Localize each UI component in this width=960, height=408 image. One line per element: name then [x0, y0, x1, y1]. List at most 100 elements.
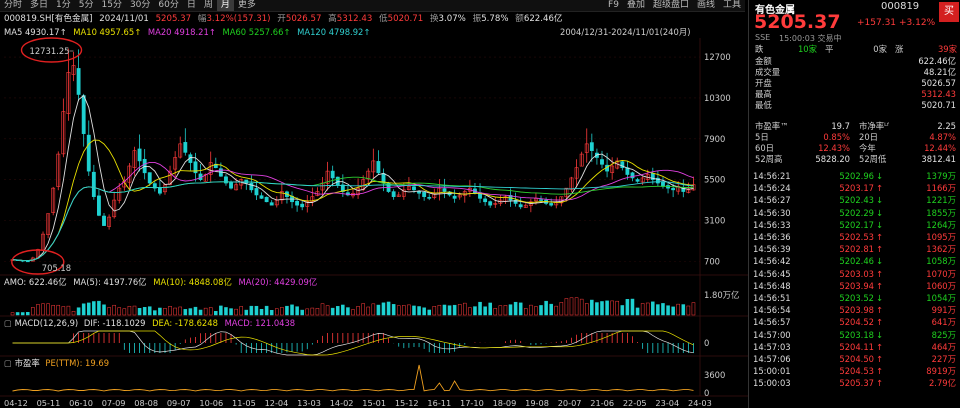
tick-row: 14:56:30 5202.29 ↓ 1855万: [753, 207, 956, 219]
tick-volume: 1095万: [926, 232, 956, 242]
amo-bar: [285, 305, 289, 316]
amo-bar: [651, 301, 655, 316]
tick-volume: 227万: [931, 354, 956, 364]
valuation-cell: 3812.41: [921, 154, 956, 164]
macd-dif: DIF: -118.1029: [83, 318, 146, 328]
kline-chart[interactable]: 12731.25 705.18 700 3100 5500 7900 10300 12700…: [0, 0, 748, 408]
valuation-cell: 20日: [859, 132, 879, 142]
valuation-cell: 12.43%: [818, 143, 850, 153]
amo-bar: [300, 309, 304, 316]
y-tick-label: 10300: [704, 93, 731, 103]
amo-bar: [539, 305, 543, 316]
tick-arrow: ↑: [876, 268, 884, 279]
macd-menu-icon[interactable]: ▢: [4, 318, 12, 328]
valuation-cell: 52周低: [859, 154, 887, 164]
x-tick-label: 18-09: [493, 398, 517, 408]
amo-bar: [488, 302, 492, 316]
amo-bar: [635, 307, 640, 316]
tick-arrow: ↑: [876, 366, 884, 377]
tick-arrow: ↑: [876, 280, 884, 291]
amo-legend: AMO: 622.46亿 MA(5): 4197.76亿 MA(10): 484…: [4, 277, 317, 288]
tick-time: 15:00:03: [753, 378, 791, 389]
quote-panel: 有色金属 000819 买 5205.37 +157.31 +3.12% SSE…: [748, 0, 960, 408]
amo-bar: [269, 310, 274, 316]
amo-bar: [224, 307, 228, 316]
tick-price: 5204.53: [839, 366, 874, 377]
tick-arrow: ↑: [876, 183, 884, 194]
tick-arrow: ↑: [876, 244, 884, 255]
candle-body: [483, 198, 488, 203]
exchange: SSE: [755, 33, 771, 42]
tick-row: 14:56:33 5202.17 ↓ 1264万: [753, 219, 956, 231]
tick-arrow: ↑: [876, 354, 884, 364]
breadth-value-1: 0家: [873, 44, 887, 54]
tick-time: 14:56:27: [753, 195, 791, 206]
amo-bar: [92, 301, 96, 316]
tick-row: 14:56:36 5202.53 ↑ 1095万: [753, 231, 956, 243]
tick-price: 5202.53: [839, 232, 874, 242]
stat-label: 开盘: [755, 78, 772, 88]
amo-bar: [391, 304, 396, 316]
x-tick-label: 24-03: [688, 398, 712, 408]
x-tick-label: 22-05: [623, 398, 647, 408]
high-label: 12731.25: [30, 46, 70, 56]
stat-value: 48.21亿: [923, 67, 956, 77]
tick-arrow: ↑: [876, 232, 884, 242]
amo-bar: [86, 302, 91, 316]
tick-row: 14:56:42 5202.46 ↓ 1058万: [753, 255, 956, 267]
x-tick-label: 23-04: [655, 398, 679, 408]
candle-body: [600, 159, 604, 165]
macd-axis-zero: 0: [704, 338, 709, 348]
tick-time: 14:57:03: [753, 341, 791, 352]
x-tick-label: 16-11: [427, 398, 451, 408]
x-tick-label: 13-03: [297, 398, 321, 408]
tick-arrow: ↑: [876, 341, 884, 352]
amo-bar: [442, 304, 447, 316]
candle-body: [539, 199, 543, 201]
macd-name: MACD(12,26,9): [14, 318, 79, 328]
amo-bar: [20, 312, 25, 316]
buy-button[interactable]: 买: [939, 2, 959, 22]
tick-row: 14:56:27 5202.43 ↓ 1221万: [753, 194, 956, 206]
tick-row: 15:00:03 5205.37 ↑ 2.79亿: [753, 377, 956, 389]
amo-bar: [661, 303, 665, 316]
tick-arrow: ↓: [876, 219, 884, 230]
tick-volume: 1221万: [926, 195, 956, 206]
amo-bar: [427, 309, 431, 316]
macd-legend: ▢ MACD(12,26,9) DIF: -118.1029 DEA: -178…: [4, 318, 295, 329]
tick-volume: 1166万: [926, 183, 956, 194]
tick-time: 14:56:21: [753, 171, 791, 181]
candle-body: [269, 202, 274, 206]
low-label: 705.18: [42, 263, 71, 273]
tick-row: 14:57:06 5204.50 ↑ 227万: [753, 353, 956, 365]
pe-legend: ▢ 市盈率 PE(TTM): 19.69: [4, 358, 109, 369]
pe-axis-top: 3600: [704, 370, 725, 380]
amo-ma10: MA(10): 4848.08亿: [153, 277, 232, 287]
amo-bar: [473, 306, 477, 316]
breadth-label-1: 平: [825, 44, 834, 54]
pe-menu-icon[interactable]: ▢: [4, 358, 12, 368]
valuation-row: 5日 0.85% 20日 4.87%: [755, 132, 956, 143]
x-tick-label: 10-06: [199, 398, 223, 408]
amo-value: AMO: 622.46亿: [4, 277, 67, 287]
amo-bar: [249, 305, 254, 316]
panel-index-code: 000819: [881, 1, 920, 12]
tick-price: 5204.50: [839, 354, 874, 364]
valuation-row: 60日 12.43% 今年 12.44%: [755, 143, 956, 154]
amo-bar: [219, 305, 223, 316]
candle-body: [630, 172, 635, 179]
x-tick-label: 17-10: [460, 398, 484, 408]
tick-time: 14:56:48: [753, 280, 791, 291]
candle-body: [76, 68, 81, 95]
amo-axis-label: 1.80万亿: [704, 290, 739, 300]
y-tick-label: 3100: [704, 216, 725, 226]
tick-price: 5203.03: [839, 268, 874, 279]
y-tick-label: 5500: [704, 175, 725, 185]
stat-value: 5026.57: [921, 78, 956, 88]
candle-body: [91, 171, 96, 197]
stat-label: 最高: [755, 89, 772, 99]
valuation-row: 市盈率™ 19.7 市净率ᴸᶠ 2.25: [755, 121, 956, 132]
valuation-cell: 52周高: [755, 154, 783, 164]
x-tick-label: 14-02: [330, 398, 354, 408]
y-tick-label: 12700: [704, 52, 731, 62]
